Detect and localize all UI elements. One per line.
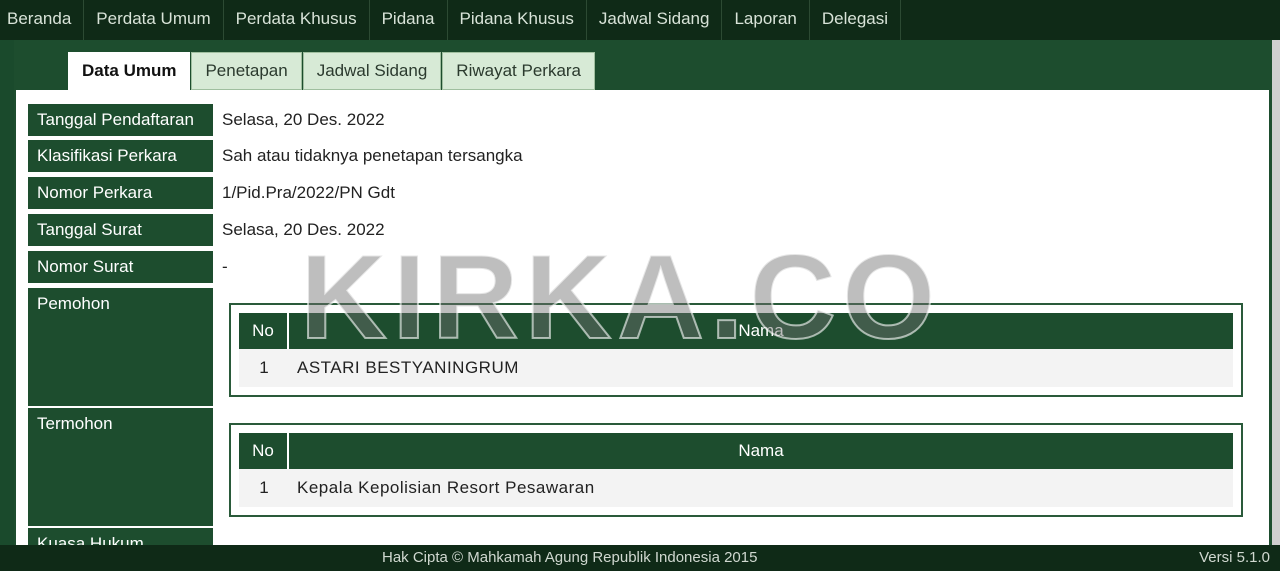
tab-bar: Data Umum Penetapan Jadwal Sidang Riwaya… [68,52,596,92]
row-value: Sah atau tidaknya penetapan tersangka [222,146,523,165]
row-label: Tanggal Surat [28,214,213,248]
nav-pidana-khusus[interactable]: Pidana Khusus [448,0,587,40]
tab-data-umum[interactable]: Data Umum [68,52,191,92]
row-label: Pemohon [28,288,213,408]
nav-pidana[interactable]: Pidana [370,0,448,40]
row-label: Klasifikasi Perkara [28,140,213,174]
tab-penetapan[interactable]: Penetapan [191,52,302,90]
info-row: Nomor Surat - [28,251,237,285]
nav-laporan[interactable]: Laporan [722,0,810,40]
pemohon-table: No Nama 1 ASTARI BESTYANINGRUM [229,303,1243,397]
nav-delegasi[interactable]: Delegasi [810,0,902,40]
info-row: Klasifikasi Perkara Sah atau tidaknya pe… [28,140,532,174]
tab-jadwal-sidang[interactable]: Jadwal Sidang [302,52,442,90]
info-row: Tanggal Surat Selasa, 20 Des. 2022 [28,214,394,248]
info-row: Nomor Perkara 1/Pid.Pra/2022/PN Gdt [28,177,404,211]
table-header: No Nama [239,433,1233,469]
info-row-pemohon: Pemohon [28,288,213,408]
nav-jadwal-sidang[interactable]: Jadwal Sidang [587,0,723,40]
nav-beranda[interactable]: Beranda [0,0,85,40]
info-row: Tanggal Pendaftaran Selasa, 20 Des. 2022 [28,104,394,138]
row-label: Termohon [28,408,213,528]
table-header: No Nama [239,313,1233,349]
nav-perdata-khusus[interactable]: Perdata Khusus [224,0,370,40]
footer: Hak Cipta © Mahkamah Agung Republik Indo… [0,545,1280,571]
tab-riwayat-perkara[interactable]: Riwayat Perkara [442,52,596,90]
cell-no: 1 [259,478,269,497]
info-row-termohon: Termohon [28,408,213,528]
nav-perdata-umum[interactable]: Perdata Umum [84,0,224,40]
row-value: - [222,257,228,276]
row-label: Nomor Perkara [28,177,213,211]
copyright-text: Hak Cipta © Mahkamah Agung Republik Indo… [382,549,758,566]
row-label: Nomor Surat [28,251,213,285]
cell-nama: Kepala Kepolisian Resort Pesawaran [297,478,595,497]
row-label: Tanggal Pendaftaran [28,104,213,138]
column-header-nama: Nama [289,313,1233,349]
table-row: 1 ASTARI BESTYANINGRUM [239,349,1233,387]
version-text: Versi 5.1.0 [1199,549,1270,566]
column-header-no: No [239,313,287,349]
tab-content: Tanggal Pendaftaran Selasa, 20 Des. 2022… [16,90,1269,568]
column-header-no: No [239,433,287,469]
vertical-scrollbar[interactable] [1272,40,1280,545]
cell-nama: ASTARI BESTYANINGRUM [297,358,519,377]
row-value: Selasa, 20 Des. 2022 [222,110,385,129]
row-value: Selasa, 20 Des. 2022 [222,220,385,239]
row-value: 1/Pid.Pra/2022/PN Gdt [222,183,395,202]
cell-no: 1 [259,358,269,377]
table-row: 1 Kepala Kepolisian Resort Pesawaran [239,469,1233,507]
top-navigation: Beranda Perdata Umum Perdata Khusus Pida… [0,0,1280,40]
termohon-table: No Nama 1 Kepala Kepolisian Resort Pesaw… [229,423,1243,517]
column-header-nama: Nama [289,433,1233,469]
case-detail-panel: Data Umum Penetapan Jadwal Sidang Riwaya… [14,40,1273,568]
